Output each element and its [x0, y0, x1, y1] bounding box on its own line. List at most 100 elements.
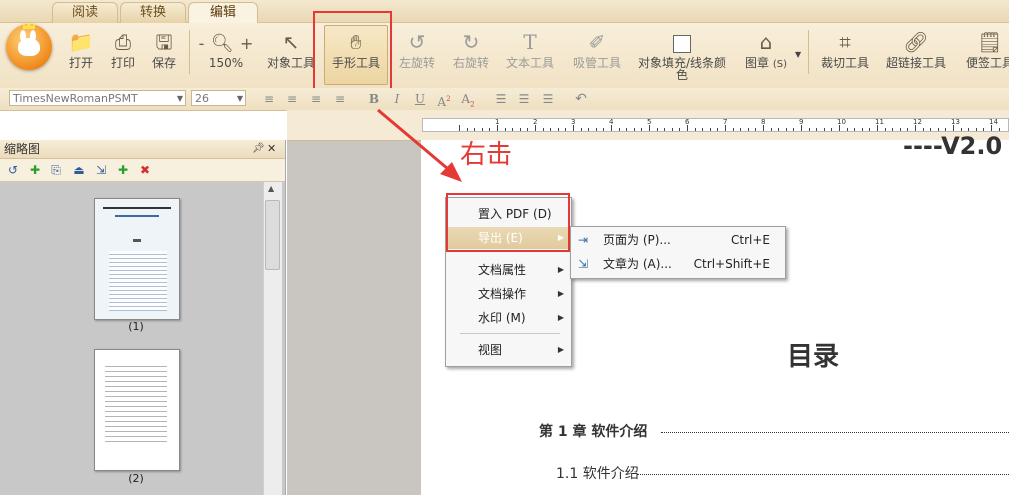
tab-read[interactable]: 阅读	[52, 2, 118, 23]
ribbon: 阅读 转换 编辑 📁 打开 ⎙ 打印 🖫 保存 - 🔍︎ + 150% ↖ 对象…	[0, 0, 1009, 89]
ruler-number: 8	[761, 118, 766, 126]
rotate-ccw-icon: ↺	[408, 30, 426, 54]
text-tool-label: 文本工具	[505, 56, 554, 70]
submenu-item-shortcut: Ctrl+Shift+E	[693, 257, 770, 271]
font-size-value: 26	[195, 92, 209, 105]
menu-separator	[460, 333, 560, 334]
menu-item-watermark[interactable]: 水印 (M) ▶	[447, 307, 570, 329]
indent-icon[interactable]: ☰	[540, 91, 556, 107]
submenu-item-shortcut: Ctrl+E	[731, 233, 770, 247]
scrollbar-thumb[interactable]	[265, 200, 280, 270]
app-logo[interactable]	[6, 22, 52, 70]
rotate-right-button[interactable]: ↻ 右旋转	[450, 26, 492, 84]
ruler-tick	[785, 128, 787, 131]
undo-icon[interactable]: ↶	[573, 91, 589, 107]
fill-label-line2: 色	[675, 68, 688, 82]
split-page-icon[interactable]: ✚	[115, 162, 131, 178]
menu-item-view[interactable]: 视图 ▶	[447, 339, 570, 361]
page-thumbnail-1[interactable]	[94, 198, 180, 320]
close-icon[interactable]: ✕	[267, 140, 276, 158]
ruler-tick	[664, 128, 666, 131]
font-size-select[interactable]: 26 ▼	[191, 90, 246, 106]
scroll-up-icon[interactable]: ▲	[268, 184, 274, 193]
toc-section-1-1[interactable]: 1.1 软件介绍	[556, 463, 639, 483]
ruler-tick	[679, 128, 681, 131]
ruler-tick	[641, 128, 643, 131]
stamp-dropdown-arrow[interactable]: ▼	[795, 50, 801, 59]
submenu-item-export-article[interactable]: ⇲ 文章为 (A)... Ctrl+Shift+E	[572, 252, 784, 276]
ruler-tick	[709, 128, 711, 131]
stamp-button[interactable]: ⌂ 图章 (S)	[742, 26, 790, 84]
ruler-number: 14	[989, 118, 998, 126]
ruler-number: 5	[647, 118, 652, 126]
note-tool-button[interactable]: 🗒︎ 便签工具	[962, 26, 1009, 84]
align-center-icon[interactable]: ≡	[284, 91, 300, 107]
zoom-in-button[interactable]: +	[240, 34, 253, 53]
align-left-icon[interactable]: ≡	[261, 91, 277, 107]
font-family-value: TimesNewRomanPSMT	[13, 92, 138, 105]
ruler-number: 13	[951, 118, 960, 126]
thumbnail-scrollbar[interactable]: ▲	[263, 182, 282, 495]
ruler-tick	[732, 128, 734, 131]
ruler-tick	[930, 128, 932, 131]
ruler-tick	[960, 128, 962, 131]
menu-item-label: 文档操作	[478, 287, 527, 301]
pin-icon[interactable]: 📌︎	[252, 140, 265, 158]
ruler-tick	[831, 128, 833, 131]
ruler-tick	[846, 128, 848, 131]
menu-item-label: 水印 (M)	[478, 311, 526, 325]
ruler-tick	[633, 128, 635, 131]
save-button[interactable]: 🖫 保存	[145, 26, 183, 84]
ruler-tick	[519, 128, 521, 131]
open-button[interactable]: 📁 打开	[62, 26, 100, 84]
tab-convert[interactable]: 转换	[120, 2, 186, 23]
replace-page-icon[interactable]: ⏏	[71, 162, 87, 178]
export-submenu: ⇥ 页面为 (P)... Ctrl+E ⇲ 文章为 (A)... Ctrl+Sh…	[570, 226, 786, 279]
chevron-right-icon: ▶	[557, 345, 564, 354]
menu-item-document-properties[interactable]: 文档属性 ▶	[447, 259, 570, 281]
menu-item-document-operations[interactable]: 文档操作 ▶	[447, 283, 570, 305]
align-justify-icon[interactable]: ≡	[332, 91, 348, 107]
crop-tool-button[interactable]: ⌗ 裁切工具	[817, 26, 873, 84]
ruler-tick	[588, 128, 590, 131]
zoom-out-button[interactable]: -	[199, 34, 205, 53]
text-tool-button[interactable]: T 文本工具	[503, 26, 557, 84]
thumbnail-panel-header: 缩略图 📌︎ ✕	[0, 140, 285, 159]
ruler-tick	[899, 128, 901, 131]
ruler-tick	[793, 128, 795, 131]
eyedropper-button[interactable]: ✐ 吸管工具	[569, 26, 625, 84]
ruler-tick	[823, 128, 825, 131]
line-spacing-icon[interactable]: ☰	[493, 91, 509, 107]
text-t-icon: T	[523, 30, 537, 54]
tab-edit[interactable]: 编辑	[188, 2, 258, 23]
font-family-select[interactable]: TimesNewRomanPSMT ▼	[9, 90, 186, 106]
toc-chapter-1[interactable]: 第 1 章 软件介绍	[539, 421, 647, 441]
thumbnail-panel-title: 缩略图	[4, 142, 41, 156]
zoom-level[interactable]: 150%	[194, 56, 258, 70]
chevron-right-icon: ▶	[557, 265, 564, 274]
stamp-icon: ⌂	[759, 30, 773, 54]
object-tool-button[interactable]: ↖ 对象工具	[263, 26, 319, 84]
rotate-thumb-icon[interactable]: ↺	[5, 162, 21, 178]
rotate-left-button[interactable]: ↺ 左旋转	[396, 26, 438, 84]
delete-page-icon[interactable]: ✖	[137, 162, 153, 178]
add-page-icon[interactable]: ✚	[27, 162, 43, 178]
align-right-icon[interactable]: ≡	[308, 91, 324, 107]
eyedropper-label: 吸管工具	[572, 56, 621, 70]
rotate-right-label: 右旋转	[452, 56, 489, 70]
fill-line-color-button[interactable]: 对象填充/线条颜 色	[635, 26, 729, 84]
ruler-tick	[557, 128, 559, 131]
ruler-number: 9	[799, 118, 804, 126]
submenu-item-export-page[interactable]: ⇥ 页面为 (P)... Ctrl+E	[572, 228, 784, 252]
format-bar: TimesNewRomanPSMT ▼ 26 ▼ ≡ ≡ ≡ ≡ B I U A…	[0, 88, 1009, 111]
extract-page-icon[interactable]: ⇲	[93, 162, 109, 178]
print-button[interactable]: ⎙ 打印	[104, 26, 142, 84]
eyedropper-icon: ✐	[588, 30, 606, 54]
paragraph-spacing-icon[interactable]: ☰	[516, 91, 532, 107]
magnifier-icon: 🔍︎	[210, 33, 234, 54]
insert-page-icon[interactable]: ⎘	[48, 162, 64, 178]
ruler-tick	[626, 128, 628, 131]
ruler-tick	[968, 128, 970, 131]
page-thumbnail-2[interactable]	[94, 349, 180, 471]
hyperlink-tool-button[interactable]: 🔗︎ 超链接工具	[884, 26, 948, 84]
